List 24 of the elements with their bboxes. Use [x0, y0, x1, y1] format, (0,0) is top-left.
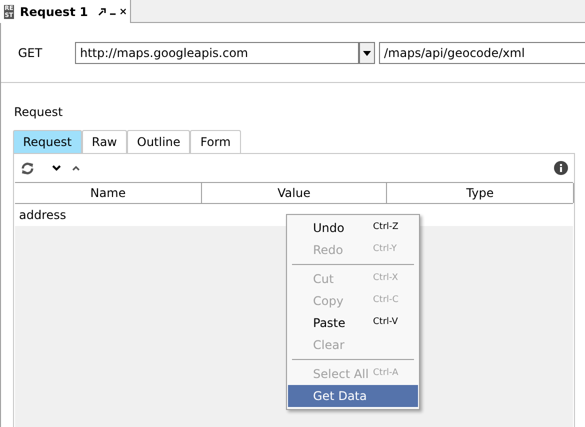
expand-icon[interactable] — [52, 165, 61, 171]
refresh-icon[interactable] — [20, 160, 35, 176]
tab[interactable]: Form — [190, 130, 241, 153]
collapse-icon[interactable] — [72, 166, 80, 170]
caret-icon — [363, 50, 371, 56]
menu-item[interactable]: Undo Ctrl-Z — [288, 217, 418, 239]
tab[interactable]: Request — [13, 130, 82, 153]
table-cell-text: address — [18, 207, 68, 224]
tab-title: Request 1 — [20, 4, 88, 20]
path-field[interactable]: /maps/api/geocode/xml — [379, 42, 585, 64]
host-field[interactable]: http://maps.googleapis.com — [75, 42, 359, 64]
column-header[interactable]: Value — [202, 183, 387, 203]
column-header[interactable]: Type — [387, 183, 574, 203]
dropdown-button[interactable] — [359, 42, 375, 64]
tab[interactable]: Outline — [127, 130, 190, 153]
menu-item[interactable]: Paste Ctrl-V — [288, 312, 418, 334]
section-label: Request — [14, 104, 64, 121]
column-header[interactable]: Name — [15, 183, 202, 203]
info-icon[interactable] — [554, 161, 568, 175]
menu-item[interactable]: Get Data — [288, 385, 418, 407]
method-label: GET — [18, 45, 44, 62]
close-icon[interactable] — [120, 7, 126, 16]
tab[interactable]: Raw — [82, 130, 127, 153]
pin-icon[interactable] — [98, 8, 106, 16]
